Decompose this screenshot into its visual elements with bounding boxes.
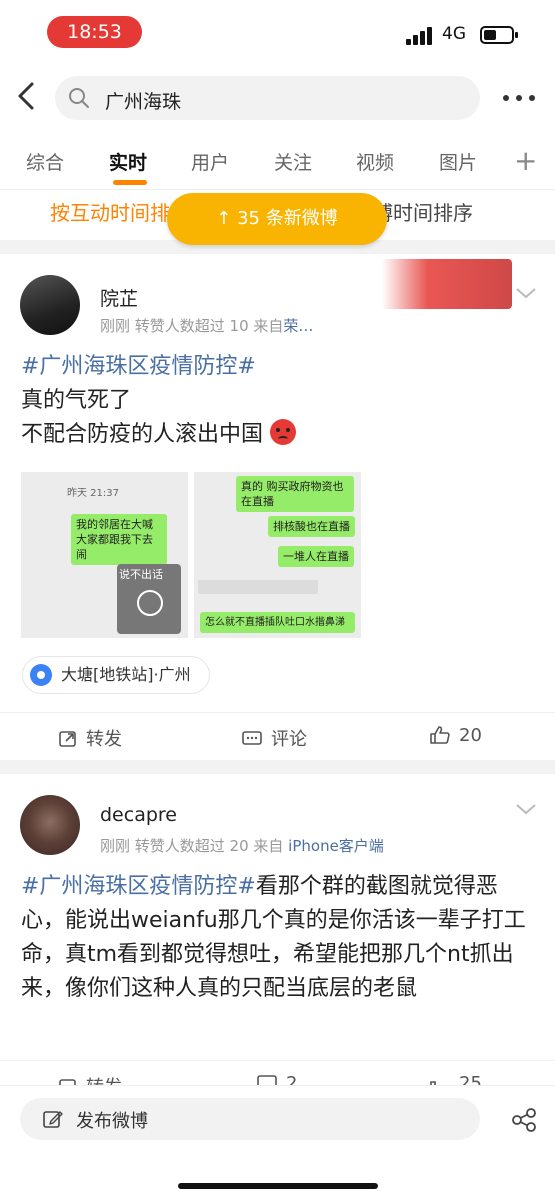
like-button[interactable]: 25 [429, 1073, 482, 1085]
chat-bubble: 真的 购买政府物资也在直播 [236, 476, 354, 512]
share-icon[interactable] [510, 1106, 538, 1134]
add-tab-icon[interactable]: + [514, 144, 537, 177]
topic-link[interactable]: #广州海珠区疫情防控# [21, 350, 541, 384]
post-line: 真的气死了 [21, 388, 132, 413]
chat-time: 昨天 21:37 [67, 488, 119, 499]
status-time: 18:53 [47, 16, 142, 48]
more-icon[interactable] [503, 95, 537, 103]
tab-bar: 综合 实时 用户 关注 视频 图片 + [0, 132, 555, 190]
new-posts-button[interactable]: ↑ 35 条新微博 [167, 193, 387, 245]
post-meta: 刚刚 转赞人数超过 20 来自 iPhone客户端 [100, 837, 384, 855]
tab-following[interactable]: 关注 [274, 148, 312, 175]
post-text: #广州海珠区疫情防控# 真的气死了 不配合防疫的人滚出中国 [21, 350, 541, 452]
tab-video[interactable]: 视频 [356, 148, 394, 175]
compose-label: 发布微博 [76, 1111, 148, 1132]
post-actions: 转发 评论 20 [0, 712, 555, 762]
chat-bubble: 一堆人在直播 [278, 546, 354, 567]
chat-bubble: 怎么就不直播插队吐口水揩鼻涕 [200, 612, 355, 633]
topic-link[interactable]: #广州海珠区疫情防控# [21, 874, 256, 899]
repost-icon [59, 731, 76, 747]
post-meta: 刚刚 转赞人数超过 10 来自荣… [100, 317, 314, 335]
tab-users[interactable]: 用户 [191, 148, 229, 175]
bottom-bar: 发布微博 [0, 1085, 555, 1200]
comment-icon [242, 731, 262, 745]
home-indicator [178, 1183, 378, 1189]
search-input[interactable]: 广州海珠 [55, 76, 480, 120]
location-pin-icon [30, 664, 52, 686]
compose-button[interactable]: 发布微博 [20, 1098, 480, 1140]
post-image[interactable]: 昨天 21:37 我的邻居在大喊 大家都跟我下去闹 说不出话 [21, 472, 188, 638]
search-icon [69, 88, 89, 108]
post-image[interactable]: 真的 购买政府物资也在直播 排核酸也在直播 一堆人在直播 怎么就不直播插队吐口水… [194, 472, 361, 638]
blurred-text [198, 580, 318, 594]
divider [0, 760, 555, 774]
chat-bubble: 我的邻居在大喊 大家都跟我下去闹 [71, 514, 167, 565]
chat-bubble: 排核酸也在直播 [268, 516, 355, 537]
search-query: 广州海珠 [105, 91, 182, 113]
battery-icon [480, 26, 518, 44]
post-card: 院芷 刚刚 转赞人数超过 10 来自荣… #广州海珠区疫情防控# 真的气死了 不… [0, 254, 555, 760]
thumbs-up-icon [430, 1081, 436, 1085]
sort-by-time[interactable]: 博时间排序 [373, 197, 473, 226]
edit-icon [43, 1111, 63, 1128]
avatar[interactable] [20, 275, 80, 335]
angry-emoji-icon [270, 419, 297, 445]
thumbs-up-icon [430, 726, 450, 744]
sort-by-interaction[interactable]: 按互动时间排 [50, 197, 170, 226]
post-username[interactable]: 院芷 [100, 284, 138, 311]
comment-button[interactable]: 2 [256, 1073, 297, 1085]
loading-icon [137, 590, 163, 616]
sticker-image: 说不出话 [117, 564, 181, 634]
tab-images[interactable]: 图片 [439, 148, 477, 175]
post-card: decapre 刚刚 转赞人数超过 20 来自 iPhone客户端 #广州海珠区… [0, 774, 555, 1085]
signal-icon [406, 27, 436, 45]
active-tab-indicator [113, 180, 147, 185]
post-actions: 转发 2 25 [0, 1060, 555, 1085]
location-tag[interactable]: 大塘[地铁站]·广州 [22, 656, 210, 694]
like-button[interactable]: 20 [429, 725, 482, 746]
comment-icon [257, 1075, 277, 1085]
chevron-left-icon [18, 82, 34, 110]
tab-comprehensive[interactable]: 综合 [26, 148, 64, 175]
post-text: #广州海珠区疫情防控#看那个群的截图就觉得恶心，能说出weianfu那几个真的是… [21, 870, 541, 1006]
avatar[interactable] [20, 795, 80, 855]
post-line: 不配合防疫的人滚出中国 [21, 418, 541, 452]
back-button[interactable] [14, 80, 44, 114]
tab-realtime[interactable]: 实时 [109, 148, 147, 175]
comment-button[interactable]: 评论 [241, 725, 307, 751]
repost-icon [59, 1079, 76, 1085]
decorative-banner [382, 259, 512, 309]
chevron-down-icon[interactable] [515, 802, 537, 816]
chevron-down-icon[interactable] [515, 286, 537, 300]
search-header: 广州海珠 [0, 62, 555, 132]
post-username[interactable]: decapre [100, 804, 177, 826]
repost-button[interactable]: 转发 [58, 725, 122, 751]
network-type: 4G [442, 24, 466, 44]
status-bar: 18:53 4G [0, 0, 555, 62]
repost-button[interactable]: 转发 [58, 1073, 122, 1085]
